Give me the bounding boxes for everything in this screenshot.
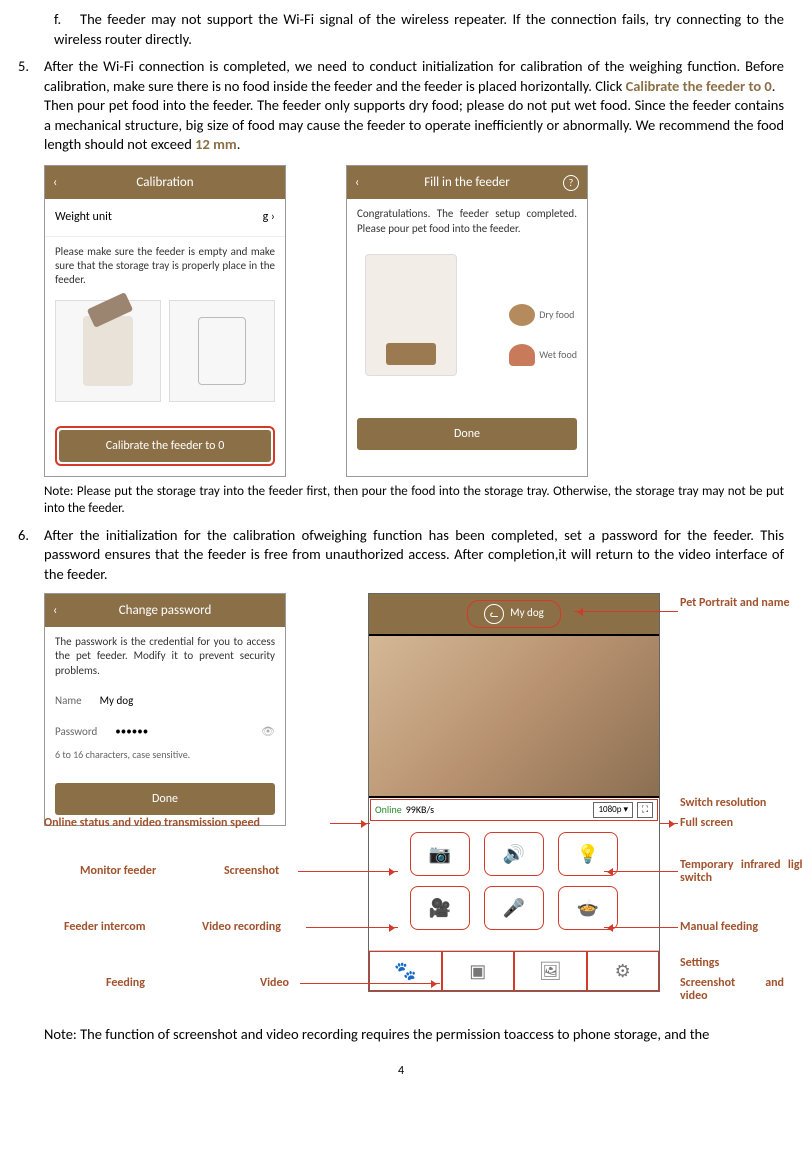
step5-note: Note: Please put the storage tray into t… [44, 483, 784, 518]
password-hint: 6 to 16 characters, case sensitive. [45, 748, 285, 770]
item-letter: f. [54, 10, 80, 30]
done-button[interactable]: Done [357, 418, 577, 450]
label-settings: Settings [680, 957, 719, 971]
resolution-selector[interactable]: 1080p ▾ [593, 802, 633, 818]
video-feed[interactable] [369, 634, 659, 798]
name-row: Name My dog [45, 686, 285, 717]
screen-title: Calibration [53, 174, 277, 192]
calibrate-button[interactable]: Calibrate the feeder to 0 [59, 430, 271, 462]
step5-para1: After the Wi-Fi connection is completed,… [44, 57, 784, 96]
screen-title: Change password [53, 602, 277, 620]
label-screenshot-video: Screenshot and video [680, 977, 784, 1005]
screenshot-button[interactable]: 📷 [410, 832, 470, 876]
label-monitor-feeder: Monitor feeder [80, 865, 156, 879]
step-number: 6. [18, 526, 44, 1053]
screenshot-video-tab[interactable]: 🖼 [514, 951, 587, 991]
pet-portrait-icon: ᓚ [484, 604, 504, 624]
calibrate-emphasis: Calibrate the feeder to 0 [626, 77, 772, 95]
step5-para2: Then pour pet food into the feeder. The … [44, 96, 784, 155]
label-feeding: Feeding [106, 977, 145, 991]
online-status: Online [375, 803, 402, 817]
change-password-screenshot: ‹ Change password The passwork is the cr… [44, 593, 286, 827]
wet-food-label: Wet food [509, 344, 577, 366]
video-tab[interactable]: ▣ [442, 951, 515, 991]
step-5: 5. After the Wi-Fi connection is complet… [18, 57, 784, 518]
monitor-feeder-button[interactable]: 🔊 [484, 832, 544, 876]
label-feeder-intercom: Feeder intercom [64, 921, 145, 935]
feeder-open-image [55, 300, 161, 402]
back-icon[interactable]: ‹ [53, 602, 57, 620]
transmission-speed: 99KB/s [406, 803, 434, 817]
list-item-f: f.The feeder may not support the Wi-Fi s… [54, 10, 784, 49]
label-manual-feeding: Manual feeding [680, 921, 758, 935]
screen-title: Fill in the feeder [355, 174, 579, 192]
feeder-intercom-button[interactable]: 🎤 [484, 886, 544, 930]
fill-feeder-screenshot: ‹ Fill in the feeder ? Congratulations. … [346, 165, 588, 477]
item-text: The feeder may not support the Wi-Fi sig… [54, 10, 784, 48]
label-temp-infrared: Temporary infrared light switch [680, 859, 802, 887]
fill-congrats: Congratulations. The feeder setup comple… [347, 199, 587, 244]
label-video: Video [260, 977, 289, 991]
calibration-screenshot: ‹ Calibration Weight unit g › Please mak… [44, 165, 286, 477]
settings-tab[interactable]: ⚙ [587, 951, 660, 991]
label-switch-resolution: Switch resolution [680, 797, 766, 811]
back-icon[interactable]: ‹ [355, 174, 359, 192]
video-interface-screenshot: ᓚ My dog Online 99KB/s 1080p ▾ ⛶ [368, 593, 660, 992]
password-row: Password •••••• 👁 [45, 717, 285, 748]
twelve-mm: 12 mm [195, 135, 237, 153]
step-6: 6. After the initialization for the cali… [18, 526, 784, 1053]
done-button[interactable]: Done [55, 783, 275, 815]
status-bar: Online 99KB/s 1080p ▾ ⛶ [370, 799, 658, 821]
help-icon[interactable]: ? [563, 175, 579, 191]
calibration-instruction: Please make sure the feeder is empty and… [45, 237, 285, 296]
step6-note: Note: The function of screenshot and vid… [44, 1025, 784, 1045]
label-screenshot: Screenshot [224, 865, 279, 879]
video-recording-button[interactable]: 🎥 [410, 886, 470, 930]
back-icon[interactable]: ‹ [53, 174, 57, 192]
password-field[interactable]: •••••• [115, 725, 148, 740]
step6-text: After the initialization for the calibra… [44, 526, 784, 585]
step-number: 5. [18, 57, 44, 518]
label-video-recording: Video recording [202, 921, 281, 935]
label-pet-portrait: Pet Portrait and name [680, 597, 790, 611]
name-field[interactable]: My dog [100, 694, 134, 709]
feeder-closed-image [169, 300, 275, 402]
pet-badge[interactable]: ᓚ My dog [467, 600, 561, 628]
dry-food-label: Dry food [509, 304, 577, 326]
pwd-description: The passwork is the credential for you t… [45, 627, 285, 686]
label-full-screen: Full screen [680, 817, 733, 831]
weight-unit-row[interactable]: Weight unit g › [45, 199, 285, 236]
feeder-image [365, 254, 457, 376]
page-number: 4 [18, 1063, 784, 1079]
fullscreen-icon[interactable]: ⛶ [637, 802, 653, 818]
eye-icon[interactable]: 👁 [261, 725, 275, 740]
calibrate-button-highlight: Calibrate the feeder to 0 [55, 426, 275, 466]
label-online-status: Online status and video transmission spe… [44, 817, 260, 831]
